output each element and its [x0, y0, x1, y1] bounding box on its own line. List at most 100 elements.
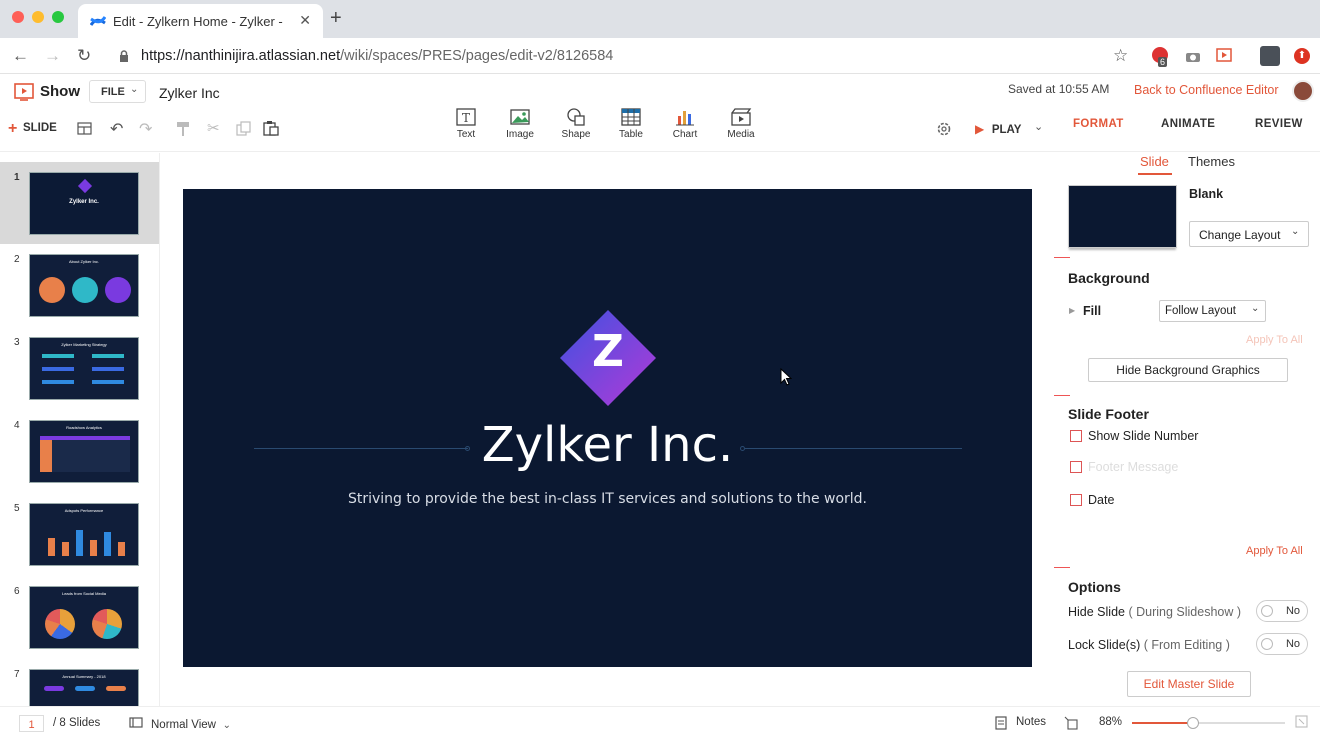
mouse-cursor-icon [780, 368, 792, 386]
lock-slide-toggle[interactable]: No [1256, 633, 1308, 655]
options-heading: Options [1068, 579, 1121, 595]
image-icon [510, 109, 530, 125]
plus-icon: + [8, 120, 18, 137]
slide-thumbnail-panel: 1 Zylker Inc. 2 About Zylker Inc. 3 Zylk… [0, 153, 160, 706]
insert-text-button[interactable]: T Text [441, 107, 491, 140]
show-extension-icon[interactable] [1216, 48, 1232, 62]
maximize-window-button[interactable] [52, 11, 64, 23]
url-field[interactable]: https://nanthinijira.atlassian.net/wiki/… [141, 48, 613, 64]
update-icon[interactable]: ⬆ [1294, 48, 1310, 64]
bookmark-star-icon[interactable]: ☆ [1113, 46, 1128, 66]
text-icon: T [456, 108, 476, 126]
tab-close-icon[interactable]: ✕ [299, 12, 311, 29]
format-painter-icon[interactable] [176, 121, 190, 137]
section-divider [1054, 567, 1070, 568]
file-menu-button[interactable]: FILE ⌄ [89, 80, 146, 103]
zoom-slider-fill [1132, 722, 1194, 724]
apply-to-all-disabled: Apply To All [1246, 334, 1303, 346]
fill-select[interactable]: Follow Layout ⌄ [1159, 300, 1266, 322]
apply-to-all-button[interactable]: Apply To All [1246, 545, 1303, 557]
user-avatar[interactable] [1292, 80, 1314, 102]
edit-master-slide-button[interactable]: Edit Master Slide [1127, 671, 1251, 697]
format-panel: Slide Themes Blank Change Layout ⌄ Backg… [1054, 153, 1320, 706]
subtab-underline [1138, 173, 1172, 175]
browser-tab[interactable]: Edit - Zylkern Home - Zylker - ✕ [78, 4, 323, 38]
background-heading: Background [1068, 270, 1150, 286]
slide-thumbnail-3[interactable]: 3 Zylker Marketing Strategy [0, 327, 159, 409]
close-window-button[interactable] [12, 11, 24, 23]
fullscreen-icon[interactable] [1295, 715, 1308, 728]
play-icon: ▶ [975, 122, 985, 136]
paste-icon[interactable] [263, 120, 279, 136]
slide-subtitle[interactable]: Striving to provide the best in-class IT… [183, 491, 1032, 507]
slide-thumbnail-5[interactable]: 5 Adspots Performance [0, 493, 159, 575]
toolbar: + SLIDE ↶ ↷ ✂ T Text Image Shape Table C… [0, 107, 1320, 152]
hide-background-graphics-button[interactable]: Hide Background Graphics [1088, 358, 1288, 382]
fit-to-screen-icon[interactable] [1064, 716, 1078, 730]
undo-icon[interactable]: ↶ [110, 119, 123, 139]
cut-icon[interactable]: ✂ [207, 119, 220, 137]
reload-icon[interactable]: ↻ [77, 46, 91, 66]
show-slide-number-checkbox[interactable] [1070, 430, 1082, 442]
change-layout-dropdown[interactable]: Change Layout ⌄ [1189, 221, 1309, 247]
footer-message-input[interactable]: Footer Message [1088, 460, 1178, 474]
back-to-confluence-link[interactable]: Back to Confluence Editor [1134, 83, 1279, 97]
camera-icon[interactable] [1185, 50, 1201, 63]
slide-title[interactable]: Zylker Inc. [183, 417, 1032, 473]
total-slides: / 8 Slides [53, 717, 101, 729]
slide-thumbnail-4[interactable]: 4 Roadshow Analytics [0, 410, 159, 492]
settings-gear-icon[interactable] [936, 121, 952, 137]
insert-media-button[interactable]: Media [716, 107, 766, 140]
document-title[interactable]: Zylker Inc [159, 85, 220, 101]
play-button[interactable]: ▶ PLAY [975, 121, 1021, 136]
profile-avatar[interactable] [1260, 46, 1280, 66]
view-mode-dropdown[interactable]: Normal View ⌄ [151, 716, 231, 731]
slide-thumbnail-2[interactable]: 2 About Zylker Inc. [0, 244, 159, 326]
lock-slide-label: Lock Slide(s) ( From Editing ) [1068, 638, 1230, 652]
tab-title: Edit - Zylkern Home - Zylker - [113, 14, 283, 29]
slide-thumbnail-1[interactable]: 1 Zylker Inc. [0, 162, 159, 244]
slide-thumbnail-7[interactable]: 7 Annual Summary - 2018 [0, 659, 159, 706]
normal-view-icon [129, 717, 143, 728]
chart-icon [676, 111, 694, 126]
table-icon [621, 108, 641, 126]
play-options-chevron-icon[interactable]: ⌄ [1034, 120, 1043, 133]
subtab-themes[interactable]: Themes [1188, 154, 1235, 169]
hide-slide-toggle[interactable]: No [1256, 600, 1308, 622]
section-divider [1054, 257, 1070, 258]
svg-text:T: T [462, 111, 470, 125]
tab-format[interactable]: FORMAT [1073, 118, 1124, 130]
slide-footer-heading: Slide Footer [1068, 406, 1149, 422]
forward-arrow-icon[interactable]: → [44, 46, 61, 66]
tab-review[interactable]: REVIEW [1255, 118, 1303, 130]
confluence-icon [90, 16, 106, 26]
current-slide-input[interactable]: 1 [19, 715, 44, 732]
chevron-down-icon: ⌄ [1291, 226, 1300, 237]
date-checkbox[interactable] [1070, 494, 1082, 506]
insert-image-button[interactable]: Image [495, 107, 545, 140]
add-slide-button[interactable]: + SLIDE [8, 120, 57, 138]
insert-table-button[interactable]: Table [606, 107, 656, 140]
redo-icon[interactable]: ↷ [139, 119, 152, 139]
slide-thumbnail-6[interactable]: 6 Leads from Social Media [0, 576, 159, 658]
chevron-down-icon: ⌄ [1251, 303, 1260, 314]
zoom-slider[interactable] [1132, 717, 1285, 729]
minimize-window-button[interactable] [32, 11, 44, 23]
slide-canvas[interactable]: Z Zylker Inc. Striving to provide the be… [183, 189, 1032, 667]
footer-message-checkbox[interactable] [1070, 461, 1082, 473]
layout-icon[interactable] [77, 122, 92, 135]
back-arrow-icon[interactable]: ← [12, 46, 29, 66]
hide-slide-label: Hide Slide ( During Slideshow ) [1068, 605, 1242, 619]
copy-icon[interactable] [236, 121, 251, 136]
zoom-slider-handle[interactable] [1187, 717, 1200, 729]
subtab-slide[interactable]: Slide [1140, 154, 1169, 169]
insert-chart-button[interactable]: Chart [660, 107, 710, 140]
extension-icon[interactable]: 6 [1152, 47, 1168, 67]
notes-button[interactable]: Notes [1016, 716, 1046, 728]
fill-expand-icon[interactable]: ▶ [1069, 306, 1075, 315]
notes-icon [995, 716, 1007, 730]
new-tab-icon[interactable]: + [330, 7, 342, 30]
tab-animate[interactable]: ANIMATE [1161, 118, 1215, 130]
insert-shape-button[interactable]: Shape [551, 107, 601, 140]
fill-label: Fill [1083, 304, 1102, 318]
